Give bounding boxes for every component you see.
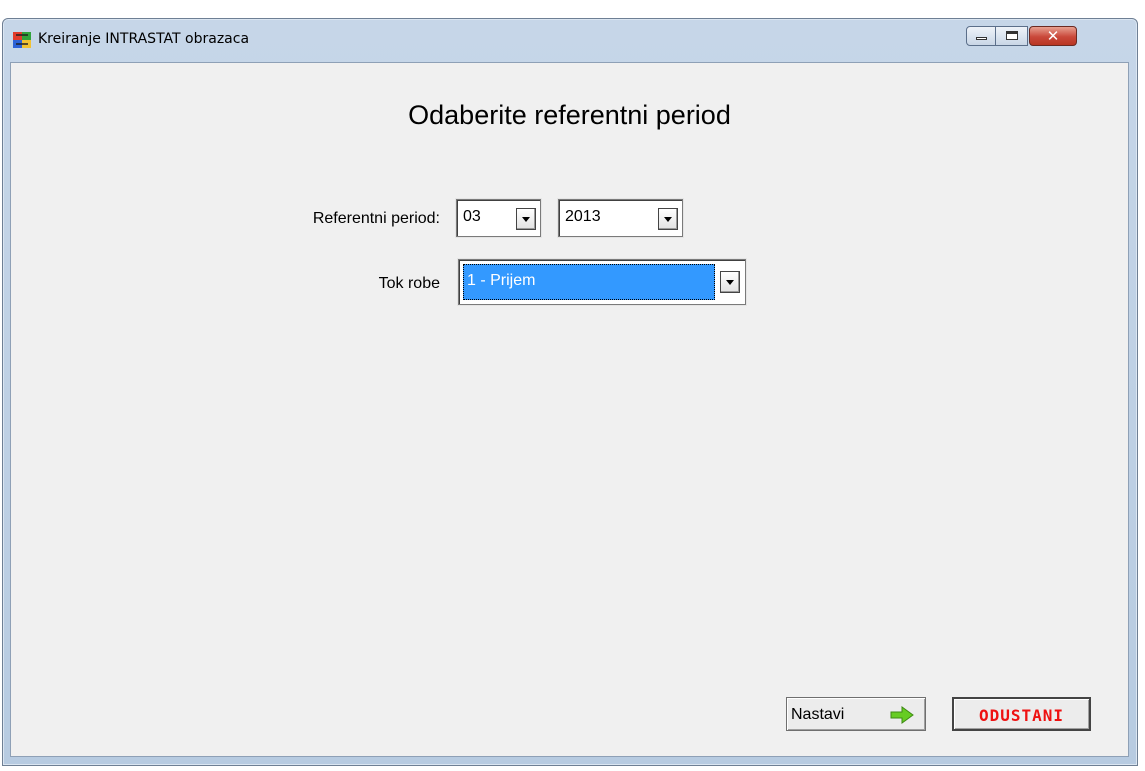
app-icon bbox=[12, 31, 34, 49]
dialog-window: Kreiranje INTRASTAT obrazaca ✕ Odaberite… bbox=[2, 18, 1138, 766]
flow-label: Tok robe bbox=[378, 275, 440, 292]
title-bar[interactable]: Kreiranje INTRASTAT obrazaca ✕ bbox=[3, 19, 1137, 65]
dialog-content: Odaberite referentni period Referentni p… bbox=[10, 62, 1129, 757]
year-select[interactable]: 2013 bbox=[558, 199, 683, 237]
close-icon: ✕ bbox=[1046, 27, 1060, 45]
flow-value: 1 - Prijem bbox=[467, 272, 536, 289]
maximize-button[interactable] bbox=[995, 26, 1028, 46]
next-button[interactable]: Nastavi bbox=[786, 697, 926, 731]
next-button-label: Nastavi bbox=[791, 706, 845, 723]
period-label: Referentni period: bbox=[312, 210, 440, 227]
cancel-button[interactable]: ODUSTANI bbox=[952, 697, 1091, 731]
month-select[interactable]: 03 bbox=[456, 199, 541, 237]
cropped-top-text bbox=[0, 0, 600, 5]
flow-select[interactable]: 1 - Prijem bbox=[458, 259, 746, 305]
cancel-button-label: ODUSTANI bbox=[978, 706, 1065, 725]
close-button[interactable]: ✕ bbox=[1029, 26, 1077, 46]
chevron-down-icon[interactable] bbox=[658, 208, 678, 230]
chevron-down-icon[interactable] bbox=[516, 208, 536, 230]
window-title: Kreiranje INTRASTAT obrazaca bbox=[38, 31, 250, 47]
flow-selected-highlight: 1 - Prijem bbox=[463, 264, 715, 300]
arrow-right-icon bbox=[890, 706, 914, 729]
minimize-button[interactable] bbox=[966, 26, 996, 46]
chevron-down-icon[interactable] bbox=[720, 271, 740, 293]
maximize-icon bbox=[1006, 31, 1018, 40]
month-value: 03 bbox=[463, 208, 481, 225]
year-value: 2013 bbox=[565, 208, 601, 225]
page-title: Odaberite referentni period bbox=[408, 100, 731, 130]
minimize-icon bbox=[976, 37, 987, 40]
